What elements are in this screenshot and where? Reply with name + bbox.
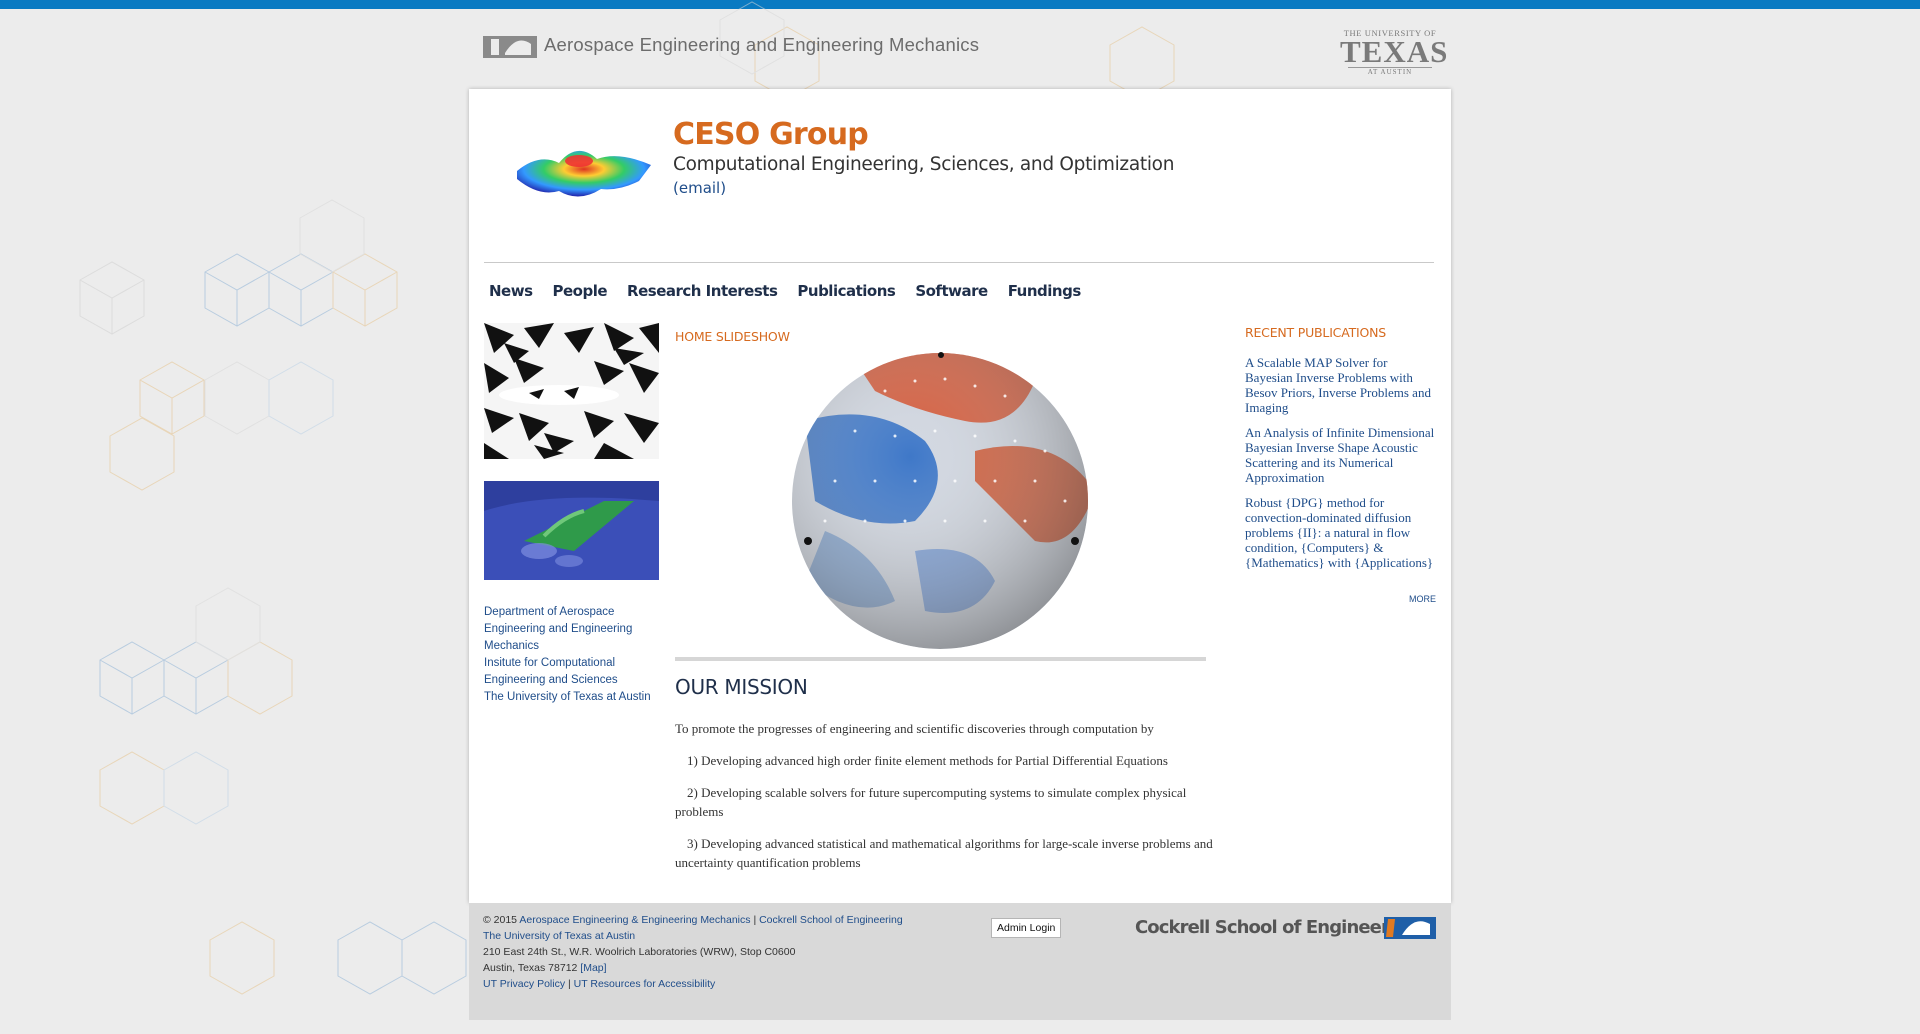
slideshow-image[interactable]: [675, 351, 1206, 651]
nav-people[interactable]: People: [548, 282, 613, 300]
group-subtitle: Computational Engineering, Sciences, and…: [673, 154, 1175, 175]
ut-austin-logo[interactable]: THE UNIVERSITY OF TEXAS AT AUSTIN: [1340, 28, 1449, 76]
admin-login-button[interactable]: Admin Login: [991, 918, 1062, 938]
main-nav: News People Research Interests Publicati…: [484, 282, 1096, 300]
footer-ut-link[interactable]: The University of Texas at Austin: [483, 930, 635, 942]
slideshow-label: HOME SLIDESHOW: [675, 329, 790, 344]
sidebar-links: Department of Aerospace Engineering and …: [484, 604, 664, 706]
sidebar-link-ut-austin[interactable]: The University of Texas at Austin: [484, 689, 664, 706]
nav-software[interactable]: Software: [910, 282, 992, 300]
mission-title: OUR MISSION: [675, 675, 808, 699]
group-title: CESO Group: [673, 117, 869, 152]
surface-plot-logo: [517, 150, 651, 197]
nav-news[interactable]: News: [484, 282, 538, 300]
recent-publication-link[interactable]: Robust {DPG} method for convection-domin…: [1245, 495, 1435, 570]
slideshow-progress-bar: [675, 657, 1206, 661]
cockrell-logo-icon[interactable]: [1384, 917, 1436, 939]
footer-school-link[interactable]: Cockrell School of Engineering: [759, 914, 903, 926]
footer-separator: |: [753, 914, 757, 926]
recent-publications-list: A Scalable MAP Solver for Bayesian Inver…: [1245, 355, 1435, 580]
nav-publications[interactable]: Publications: [792, 282, 900, 300]
footer-address-line2: Austin, Texas 78712: [483, 962, 578, 974]
footer-accessibility-link[interactable]: UT Resources for Accessibility: [574, 978, 716, 990]
footer-copyright: © 2015: [483, 914, 518, 926]
top-accent-bar: [0, 0, 1920, 9]
sidebar-link-ices[interactable]: Insitute for Computational Engineering a…: [484, 655, 664, 689]
ut-logo-line2: TEXAS: [1340, 34, 1449, 69]
ut-logo-line3: AT AUSTIN: [1367, 68, 1413, 76]
mission-text: To promote the progresses of engineering…: [675, 719, 1235, 885]
sidebar-simulation-image[interactable]: [484, 481, 659, 580]
mission-item-1: 1) Developing advanced high order finite…: [687, 753, 1168, 768]
sidebar-pattern-image[interactable]: [484, 323, 659, 459]
footer-dept-link[interactable]: Aerospace Engineering & Engineering Mech…: [519, 914, 750, 926]
aerospace-logo-icon[interactable]: [483, 36, 537, 58]
mission-intro: To promote the progresses of engineering…: [675, 721, 1154, 736]
footer-privacy-link[interactable]: UT Privacy Policy: [483, 978, 565, 990]
recent-publication-link[interactable]: A Scalable MAP Solver for Bayesian Inver…: [1245, 355, 1435, 415]
mission-item-2: 2) Developing scalable solvers for futur…: [675, 785, 1187, 819]
sidebar-link-aerospace-dept[interactable]: Department of Aerospace Engineering and …: [484, 604, 664, 655]
email-link[interactable]: (email): [673, 179, 726, 197]
recent-publications-title: RECENT PUBLICATIONS: [1245, 325, 1387, 340]
footer-address-line1: 210 East 24th St., W.R. Woolrich Laborat…: [483, 946, 796, 958]
more-publications-link[interactable]: MORE: [1409, 594, 1436, 604]
cockrell-school-brand[interactable]: Cockrell School of Engineering: [1135, 917, 1419, 938]
recent-publication-link[interactable]: An Analysis of Infinite Dimensional Baye…: [1245, 425, 1435, 485]
main-content-card: CESO Group Computational Engineering, Sc…: [469, 89, 1451, 903]
nav-fundings[interactable]: Fundings: [1003, 282, 1086, 300]
mission-item-3: 3) Developing advanced statistical and m…: [675, 836, 1213, 870]
footer-text: © 2015 Aerospace Engineering & Engineeri…: [483, 912, 903, 992]
header-divider: [484, 262, 1434, 263]
page-footer: © 2015 Aerospace Engineering & Engineeri…: [469, 903, 1451, 1020]
footer-map-link[interactable]: [Map]: [580, 962, 606, 974]
footer-separator: |: [568, 978, 571, 990]
nav-research-interests[interactable]: Research Interests: [622, 282, 782, 300]
department-name[interactable]: Aerospace Engineering and Engineering Me…: [544, 34, 979, 56]
